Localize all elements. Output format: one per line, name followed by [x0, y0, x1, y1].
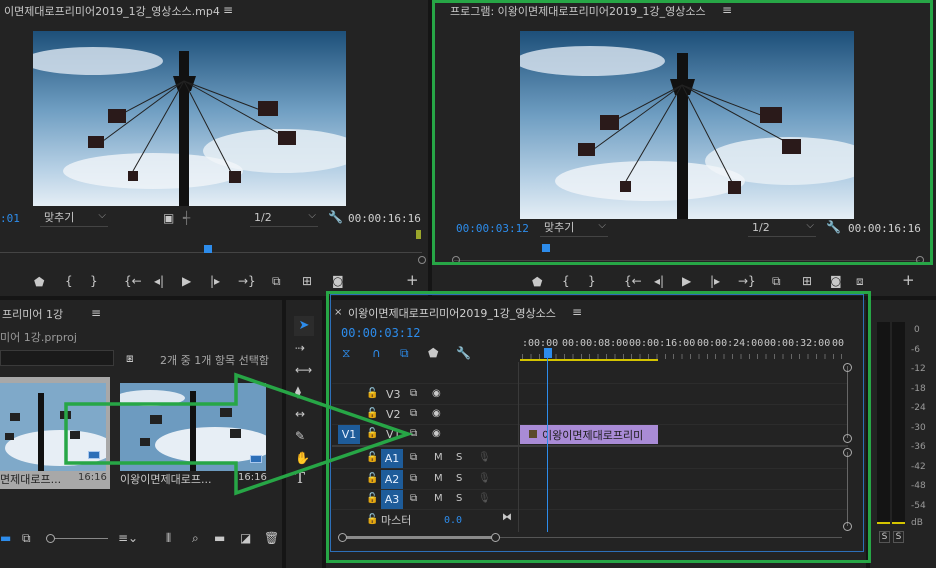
- add-marker-icon[interactable]: ⬟: [532, 276, 542, 288]
- lift-icon[interactable]: ⧉: [772, 275, 781, 287]
- project-filename: 미어 1강.prproj: [0, 331, 77, 344]
- zoom-slider[interactable]: [50, 538, 108, 539]
- export-frame-icon[interactable]: ◙: [830, 275, 842, 287]
- step-forward-icon[interactable]: |▸: [710, 275, 720, 287]
- mark-in-icon[interactable]: {: [562, 275, 570, 287]
- slip-tool-icon[interactable]: ↔: [295, 408, 305, 420]
- mark-out-icon[interactable]: }: [90, 275, 98, 287]
- wrench-icon[interactable]: 🔧: [328, 211, 343, 223]
- meter-peak-left: [877, 522, 890, 524]
- project-item-duration: 16:16: [78, 472, 107, 483]
- play-icon[interactable]: ▶: [682, 275, 691, 287]
- export-frame-icon[interactable]: ◙: [332, 275, 344, 287]
- meter-scale-label: -18: [911, 384, 926, 394]
- selection-tool-icon[interactable]: ➤: [294, 316, 314, 336]
- project-item-name: 면제대로프...: [0, 473, 62, 486]
- meter-peak-right: [892, 522, 905, 524]
- track-select-tool-icon[interactable]: ⇢: [295, 342, 305, 354]
- program-monitor-highlight: [432, 0, 933, 265]
- source-scrub-end-handle[interactable]: [418, 256, 426, 264]
- play-icon[interactable]: ▶: [182, 275, 191, 287]
- audio-meter-panel: S S: [870, 300, 936, 568]
- list-view-icon[interactable]: ▬: [0, 532, 11, 544]
- source-playhead-timecode[interactable]: :01: [0, 212, 20, 225]
- selection-count: 2개 중 1개 항목 선택함: [160, 354, 269, 367]
- project-panel: 프리미어 1강 ≡ 미어 1강.prproj ⧆ 2개 중 1개 항목 선택함 …: [0, 300, 282, 568]
- source-out-marker: [416, 230, 421, 239]
- overwrite-clip-icon[interactable]: ⊞: [302, 275, 312, 287]
- source-monitor-title[interactable]: 이면제대로프리미어2019_1강_영상소스.mp4: [4, 3, 220, 19]
- freeform-view-icon[interactable]: ⧉: [22, 532, 31, 544]
- go-to-in-icon[interactable]: {←: [624, 275, 642, 287]
- mark-in-icon[interactable]: {: [65, 275, 73, 287]
- source-fit-dropdown[interactable]: 맞추기: [40, 208, 108, 227]
- clip-badge-icon: [250, 455, 262, 463]
- go-to-in-icon[interactable]: {←: [124, 275, 142, 287]
- find-icon[interactable]: ⌕: [192, 532, 199, 544]
- automate-to-sequence-icon[interactable]: ⫴: [166, 532, 171, 544]
- meter-scale-label: 0: [914, 325, 920, 335]
- project-item-name: 이왕이면제대로프...: [120, 473, 212, 486]
- project-item-thumbnail[interactable]: 면제대로프... 16:16: [0, 377, 110, 489]
- meter-scale-label: -30: [911, 423, 926, 433]
- step-back-icon[interactable]: ◂|: [154, 275, 164, 287]
- go-to-out-icon[interactable]: →}: [738, 275, 756, 287]
- project-item-duration: 16:16: [238, 472, 267, 483]
- source-monitor-panel: 이면제대로프리미어2019_1강_영상소스.mp4 ≡:01 맞추기 ⌵ ▣ …: [0, 0, 428, 296]
- meter-solo-left[interactable]: S: [879, 531, 890, 543]
- trash-icon[interactable]: 🗑: [264, 532, 279, 544]
- meter-scale-label: -24: [911, 403, 926, 413]
- meter-scale-label: -36: [911, 442, 926, 452]
- source-playhead[interactable]: [204, 245, 212, 253]
- meter-channel-left: [877, 322, 890, 522]
- panel-menu-icon[interactable]: ≡: [223, 4, 233, 16]
- new-bin-from-search-icon[interactable]: ⧆: [126, 352, 134, 364]
- project-panel-title[interactable]: 프리미어 1강: [2, 306, 63, 322]
- type-tool-icon[interactable]: T: [295, 471, 305, 486]
- ripple-edit-tool-icon[interactable]: ⟷: [295, 364, 312, 376]
- go-to-out-icon[interactable]: →}: [238, 275, 256, 287]
- mark-out-icon[interactable]: }: [588, 275, 596, 287]
- step-forward-icon[interactable]: |▸: [210, 275, 220, 287]
- tools-panel: ➤ ⇢ ⟷ ⧫ ↔ ✎ ✋ T: [286, 300, 322, 568]
- meter-scale-label: -6: [911, 345, 920, 355]
- new-bin-icon[interactable]: ▬: [214, 532, 225, 544]
- hand-tool-icon[interactable]: ✋: [295, 452, 310, 464]
- project-search-input[interactable]: [0, 350, 114, 366]
- timeline-highlight: [326, 291, 871, 563]
- meter-scale-label: -12: [911, 364, 926, 374]
- comparison-view-icon[interactable]: ⧈: [856, 275, 864, 287]
- meter-channel-right: [892, 322, 905, 522]
- razor-tool-icon[interactable]: ⧫: [295, 386, 301, 398]
- add-button-icon[interactable]: +: [902, 273, 915, 288]
- panel-menu-icon[interactable]: ≡: [91, 307, 101, 319]
- source-duration: 00:00:16:16: [348, 212, 421, 225]
- extract-icon[interactable]: ⊞: [802, 275, 812, 287]
- sort-icon[interactable]: ≡⌄: [118, 532, 138, 544]
- safe-margin-icon[interactable]: ▣: [163, 212, 174, 224]
- step-back-icon[interactable]: ◂|: [654, 275, 664, 287]
- meter-solo-right[interactable]: S: [893, 531, 904, 543]
- meter-scale-label: -48: [911, 481, 926, 491]
- add-marker-icon[interactable]: ⬟: [34, 276, 44, 288]
- insert-clip-icon[interactable]: ⧉: [272, 275, 281, 287]
- meter-scale-label: -54: [911, 501, 926, 511]
- clip-badge-icon: [88, 451, 100, 459]
- new-item-icon[interactable]: ◪: [240, 532, 251, 544]
- insert-icon[interactable]: ┽: [183, 212, 190, 224]
- source-video-frame: [33, 31, 346, 206]
- meter-scale-label: dB: [911, 518, 923, 528]
- add-button-icon[interactable]: +: [406, 273, 419, 288]
- pen-tool-icon[interactable]: ✎: [295, 430, 305, 442]
- project-item-thumbnail[interactable]: 이왕이면제대로프... 16:16: [116, 377, 267, 489]
- zoom-slider-handle[interactable]: [46, 534, 55, 543]
- source-resolution-dropdown[interactable]: 1/2: [250, 208, 318, 227]
- meter-scale-label: -42: [911, 462, 926, 472]
